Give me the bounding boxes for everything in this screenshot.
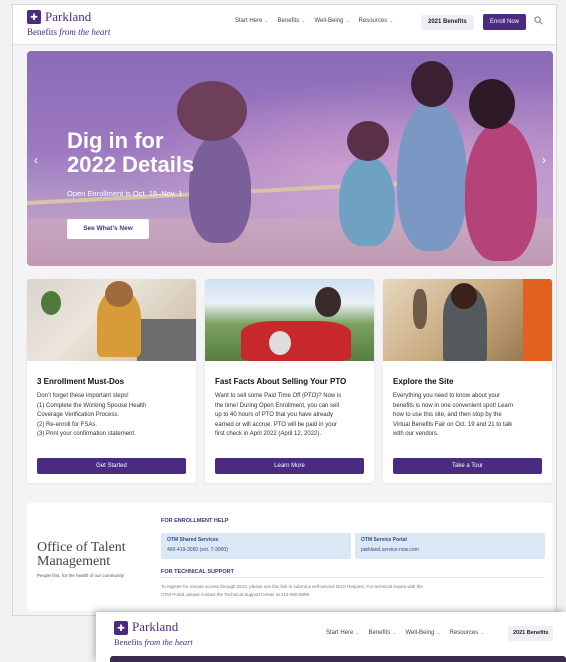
card-body-line: up to 40 hours of PTO that you have alre…: [215, 412, 333, 418]
hero-banner-edge: [110, 656, 566, 662]
card-body-line: Want to sell some Paid Time Off (PTO)? N…: [215, 393, 342, 399]
card-title: 3 Enrollment Must-Dos: [37, 377, 125, 386]
card-explore-site: Explore the Site Everything you need to …: [383, 279, 552, 483]
card-body-line: Virtual Benefits Fair on Oct. 19 and 21 …: [393, 421, 513, 428]
hero-subtitle: Open Enrollment is Oct. 18–Nov. 1: [67, 189, 183, 198]
chevron-down-icon: ⌄: [355, 630, 360, 636]
enroll-now-button[interactable]: Enroll Now: [483, 14, 527, 30]
hero-banner: Dig in for 2022 Details Open Enrollment i…: [27, 51, 553, 266]
card-photo-sofa: [137, 319, 196, 361]
logo-name: Parkland: [132, 619, 179, 634]
card-body: Want to sell some Paid Time Off (PTO)? N…: [215, 392, 367, 440]
2021-benefits-button[interactable]: 2021 Benefits: [421, 15, 474, 30]
card-photo-car: [241, 321, 351, 361]
nav-well-being[interactable]: Well-Being ⌄: [314, 18, 349, 24]
divider: [161, 577, 545, 578]
card-photo-person: [269, 331, 291, 355]
card-body-line: how to use this site, and then stop by t…: [393, 412, 502, 418]
nav-resources[interactable]: Resources ⌄: [450, 630, 485, 636]
card-body-line: (1) Complete the Working Spouse Health: [37, 402, 147, 409]
card-body-line: (2) Re-enroll for FSAs.: [37, 421, 98, 428]
tech-text-line: To register for remote access through DU…: [161, 584, 423, 589]
card-selling-pto: Fast Facts About Selling Your PTO Want t…: [205, 279, 374, 483]
get-started-button[interactable]: Get Started: [37, 458, 186, 474]
box-title: OTM Shared Services: [167, 537, 219, 543]
logo-tagline: Benefits from the heart: [114, 637, 193, 647]
otm-shared-services-box[interactable]: OTM Shared Services 469-419-3060 (ext. 7…: [161, 533, 351, 559]
card-photo-flowers: [523, 279, 552, 361]
otm-tagline: People first, for the health of our comm…: [37, 573, 125, 578]
card-photo-person: [315, 287, 341, 317]
chevron-down-icon: ⌄: [301, 18, 306, 24]
hero-photo-figure: [465, 121, 537, 261]
hero-photo-figure: [469, 79, 515, 129]
card-body-line: Don’t forget these important steps!: [37, 393, 129, 399]
hero-photo-figure: [397, 101, 467, 251]
main-nav: Start Here ⌄ Benefits ⌄ Well-Being ⌄ Resour…: [326, 630, 484, 636]
card-body-line: the time! During Open Enrollment, you ca…: [215, 402, 340, 409]
card-photo-head: [105, 281, 133, 307]
card-body-line: first check in April 2022 (April 12, 202…: [215, 431, 322, 437]
parkland-logo-icon: ✚: [114, 621, 128, 635]
card-title: Fast Facts About Selling Your PTO: [215, 377, 347, 386]
hero-photo-figure: [411, 61, 453, 107]
technical-support-text: To register for remote access through DU…: [161, 583, 545, 598]
page-screenshot: ✚ Parkland Benefits from the heart Start…: [12, 4, 557, 616]
card-photo-plant: [41, 291, 61, 315]
nav-benefits[interactable]: Benefits ⌄: [278, 18, 306, 24]
overlapping-screenshot-header: ✚ Parkland Benefits from the heart Start…: [96, 612, 566, 662]
card-body-line: benefits is now in one convenient spot! …: [393, 402, 514, 409]
otm-contact-panel: Office of Talent Management People first…: [27, 503, 553, 611]
take-a-tour-button[interactable]: Take a Tour: [393, 458, 542, 474]
see-whats-new-button[interactable]: See What’s New: [67, 219, 149, 239]
chevron-right-icon[interactable]: ›: [539, 153, 549, 167]
card-photo: [27, 279, 196, 361]
parkland-logo-icon: ✚: [27, 10, 41, 24]
hero-photo-figure: [347, 121, 389, 161]
chevron-down-icon: ⌄: [436, 630, 441, 636]
otm-service-portal-box[interactable]: OTM Service Portal parkland.service-now.…: [355, 533, 545, 559]
phone-number[interactable]: 469-419-3060 (ext. 7-3000): [167, 547, 345, 553]
otm-title: Office of Talent Management: [37, 540, 126, 569]
enrollment-help-heading: FOR ENROLLMENT HELP: [161, 518, 229, 524]
hero-title: Dig in for 2022 Details: [67, 128, 195, 177]
portal-link[interactable]: parkland.service-now.com: [361, 547, 539, 553]
nav-resources[interactable]: Resources ⌄: [359, 18, 394, 24]
chevron-down-icon: ⌄: [480, 630, 485, 636]
nav-start-here[interactable]: Start Here ⌄: [235, 18, 269, 24]
card-photo-walker: [413, 289, 427, 329]
technical-support-heading: FOR TECHNICAL SUPPORT: [161, 569, 234, 575]
card-photo-head: [451, 283, 477, 309]
card-body-line: (3) Print your confirmation statement.: [37, 431, 136, 437]
chevron-down-icon: ⌄: [264, 18, 269, 24]
2021-benefits-button[interactable]: 2021 Benefits: [508, 626, 554, 641]
card-body-line: earned or will accrue. PTO will be paid …: [215, 421, 337, 428]
learn-more-button[interactable]: Learn More: [215, 458, 364, 474]
nav-benefits[interactable]: Benefits ⌄: [369, 630, 397, 636]
chevron-down-icon: ⌄: [345, 18, 350, 24]
logo-name: Parkland: [45, 9, 92, 24]
chevron-left-icon[interactable]: ‹: [31, 153, 41, 167]
chevron-down-icon: ⌄: [392, 630, 397, 636]
search-icon[interactable]: [534, 16, 543, 25]
card-enrollment-must-dos: 3 Enrollment Must-Dos Don’t forget these…: [27, 279, 196, 483]
card-body-line: Everything you need to know about your: [393, 393, 501, 399]
logo-tagline: Benefits from the heart: [27, 27, 111, 37]
nav-well-being[interactable]: Well-Being ⌄: [405, 630, 440, 636]
card-body: Everything you need to know about your b…: [393, 392, 545, 440]
card-title: Explore the Site: [393, 377, 454, 386]
chevron-down-icon: ⌄: [389, 18, 394, 24]
box-title: OTM Service Portal: [361, 537, 407, 543]
main-nav: Start Here ⌄ Benefits ⌄ Well-Being ⌄ Resour…: [235, 18, 393, 24]
card-body-line: Coverage Verification Process.: [37, 412, 120, 418]
card-body-line: with our vendors.: [393, 431, 439, 437]
card-photo: [383, 279, 552, 361]
hero-photo-figure: [339, 156, 395, 246]
nav-start-here[interactable]: Start Here ⌄: [326, 630, 360, 636]
card-photo: [205, 279, 374, 361]
card-body: Don’t forget these important steps! (1) …: [37, 392, 189, 440]
site-header: ✚ Parkland Benefits from the heart Start…: [13, 5, 556, 45]
tech-text-line: OTM Portal, please contact the Technical…: [161, 591, 311, 597]
